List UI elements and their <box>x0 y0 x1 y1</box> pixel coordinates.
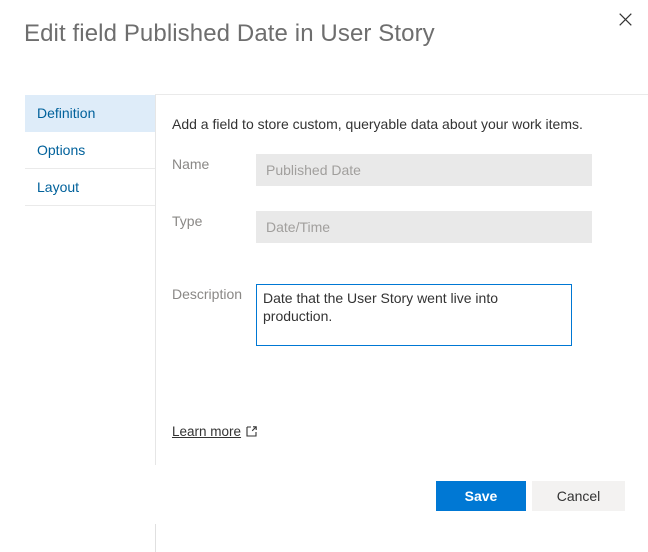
cancel-button[interactable]: Cancel <box>532 481 625 511</box>
tab-definition[interactable]: Definition <box>25 95 155 132</box>
name-label: Name <box>172 156 210 172</box>
name-control <box>256 154 592 186</box>
learn-more-label: Learn more <box>172 424 242 439</box>
tab-list: Definition Options Layout <box>25 95 155 206</box>
external-link-icon <box>246 426 257 437</box>
description-label: Description <box>172 286 243 302</box>
type-label: Type <box>172 213 203 229</box>
tab-layout-label: Layout <box>37 179 80 195</box>
type-input[interactable] <box>256 211 592 243</box>
tab-definition-label: Definition <box>37 105 96 121</box>
description-control <box>256 284 572 351</box>
close-button[interactable] <box>610 4 640 34</box>
tab-options[interactable]: Options <box>25 132 155 169</box>
sidebar-divider-tail <box>155 524 156 552</box>
learn-more-link[interactable]: Learn more <box>172 424 257 439</box>
name-input[interactable] <box>256 154 592 186</box>
dialog-title: Edit field Published Date in User Story <box>24 20 435 47</box>
description-textarea[interactable] <box>256 284 572 346</box>
save-button[interactable]: Save <box>436 481 526 511</box>
type-control <box>256 211 592 243</box>
tab-layout[interactable]: Layout <box>25 169 155 206</box>
dialog-body: Definition Options Layout Add a field to… <box>0 94 648 466</box>
close-icon <box>618 12 632 26</box>
tab-options-label: Options <box>37 142 86 158</box>
dialog-footer: Save Cancel <box>0 481 648 511</box>
definition-panel: Add a field to store custom, queryable d… <box>172 94 628 466</box>
panel-description: Add a field to store custom, queryable d… <box>172 116 583 132</box>
sidebar-divider <box>155 95 156 465</box>
